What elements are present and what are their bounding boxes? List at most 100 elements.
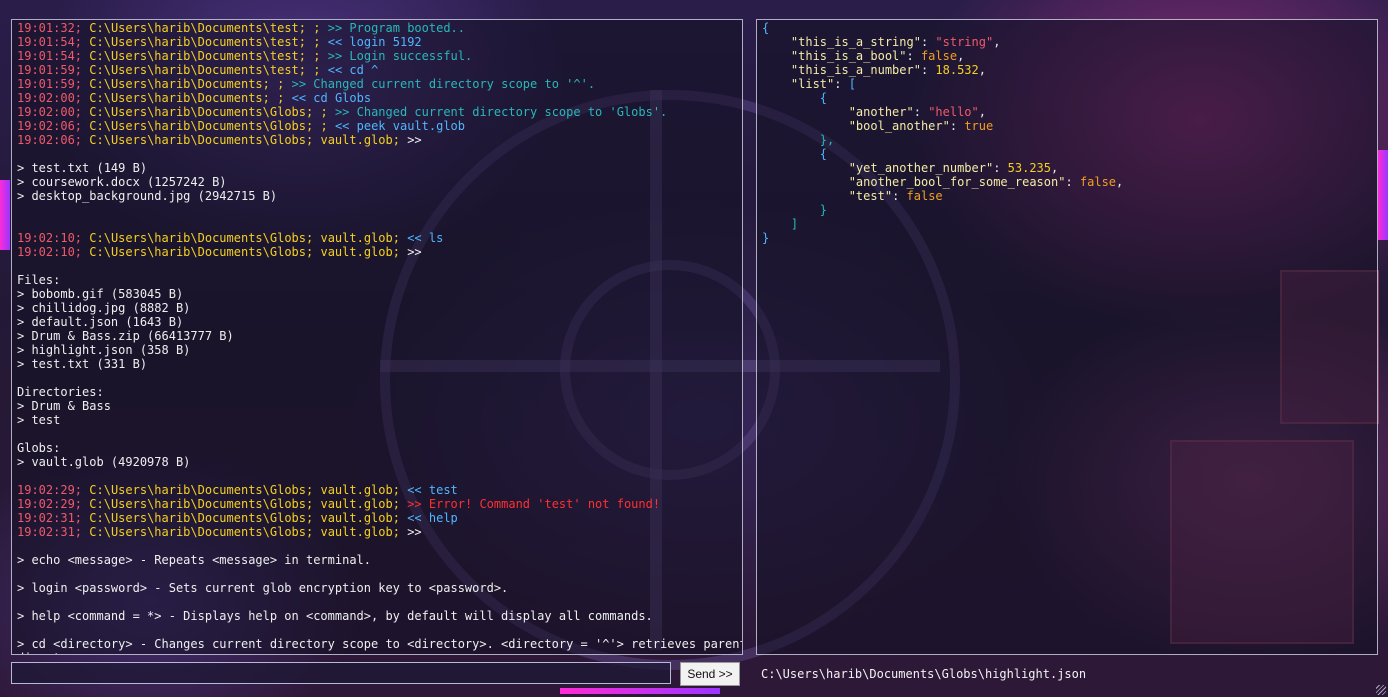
json-token: : xyxy=(906,49,921,63)
json-token: "string" xyxy=(935,35,994,49)
json-token: { xyxy=(819,91,828,105)
output-text: > test.txt (331 B) xyxy=(17,357,148,371)
json-token: 53.235 xyxy=(1007,161,1052,175)
direction-arrow: >> xyxy=(407,133,422,147)
json-token: : xyxy=(920,35,936,49)
json-token: : xyxy=(913,105,929,119)
terminal-line: directory. xyxy=(17,651,738,654)
command-input[interactable] xyxy=(11,662,671,684)
direction-arrow: << xyxy=(291,91,307,105)
json-token: "this_is_a_number" xyxy=(790,63,921,77)
terminal-line: > Drum & Bass xyxy=(17,399,738,413)
glob-name: vault.glob; xyxy=(320,483,400,497)
json-token: : xyxy=(993,161,1008,175)
timestamp: 19:02:29; xyxy=(17,497,83,511)
direction-arrow: >> xyxy=(407,525,422,539)
glob-name: ; xyxy=(277,91,285,105)
terminal-line: 19:02:00; C:\Users\harib\Documents; ; <<… xyxy=(17,91,738,105)
output-text: > vault.glob (4920978 B) xyxy=(17,455,191,469)
direction-arrow: << xyxy=(327,35,343,49)
resize-grip-icon[interactable] xyxy=(1376,685,1386,695)
timestamp: 19:02:29; xyxy=(17,483,83,497)
terminal-line: 19:02:10; C:\Users\harib\Documents\Globs… xyxy=(17,231,738,245)
timestamp: 19:02:06; xyxy=(17,133,83,147)
terminal-output-pane[interactable]: 19:01:32; C:\Users\harib\Documents\test;… xyxy=(11,19,743,655)
message-text: Changed current directory scope to '^'. xyxy=(313,77,596,91)
glob-name: vault.glob; xyxy=(320,133,400,147)
json-line: "this_is_a_string": "string", xyxy=(762,35,1373,49)
timestamp: 19:02:10; xyxy=(17,231,83,245)
terminal-line: > Drum & Bass.zip (66413777 B) xyxy=(17,329,738,343)
output-text: > chillidog.jpg (8882 B) xyxy=(17,301,191,315)
neon-strip-right xyxy=(1378,150,1388,240)
json-token: } xyxy=(819,203,828,217)
output-text: Globs: xyxy=(17,441,61,455)
json-code: { "this_is_a_string": "string", "this_is… xyxy=(762,21,1373,245)
json-line: { xyxy=(762,91,1373,105)
terminal-line: 19:01:59; C:\Users\harib\Documents; ; >>… xyxy=(17,77,738,91)
terminal-line: 19:01:32; C:\Users\harib\Documents\test;… xyxy=(17,21,738,35)
json-token: "bool_another" xyxy=(848,119,950,133)
json-token: , xyxy=(1116,175,1124,189)
json-token: "another" xyxy=(848,105,914,119)
json-line: }, xyxy=(762,133,1373,147)
terminal-line: 19:02:31; C:\Users\harib\Documents\Globs… xyxy=(17,511,738,525)
message-text: Login successful. xyxy=(349,49,473,63)
output-text: > Drum & Bass xyxy=(17,399,111,413)
json-token: [ xyxy=(848,77,856,91)
json-line: "this_is_a_number": 18.532, xyxy=(762,63,1373,77)
terminal-line: 19:01:59; C:\Users\harib\Documents\test;… xyxy=(17,63,738,77)
current-file-path: C:\Users\harib\Documents\Globs\highlight… xyxy=(761,667,1087,681)
message-text: test xyxy=(428,483,458,497)
json-token: "another_bool_for_some_reason" xyxy=(848,175,1066,189)
message-text: Error! Command 'test' not found! xyxy=(428,497,661,511)
json-token: , xyxy=(957,49,965,63)
terminal-line: 19:01:54; C:\Users\harib\Documents\test;… xyxy=(17,35,738,49)
glob-name: ; xyxy=(320,105,328,119)
terminal-line: > vault.glob (4920978 B) xyxy=(17,455,738,469)
glob-name: vault.glob; xyxy=(320,511,400,525)
direction-arrow: << xyxy=(407,231,422,245)
json-line: "another": "hello", xyxy=(762,105,1373,119)
directory-path: C:\Users\harib\Documents\Globs; xyxy=(89,511,314,525)
terminal-line: 19:02:29; C:\Users\harib\Documents\Globs… xyxy=(17,497,738,511)
json-viewer-pane[interactable]: { "this_is_a_string": "string", "this_is… xyxy=(756,19,1378,655)
terminal-line: > highlight.json (358 B) xyxy=(17,343,738,357)
terminal-line: 19:02:06; C:\Users\harib\Documents\Globs… xyxy=(17,133,738,147)
timestamp: 19:01:54; xyxy=(17,35,83,49)
timestamp: 19:01:54; xyxy=(17,49,83,63)
terminal-line: > help <command = *> - Displays help on … xyxy=(17,609,738,623)
message-text: help xyxy=(428,511,458,525)
timestamp: 19:02:00; xyxy=(17,91,83,105)
timestamp: 19:02:31; xyxy=(17,525,83,539)
json-token: true xyxy=(964,119,994,133)
json-line: } xyxy=(762,231,1373,245)
directory-path: C:\Users\harib\Documents\Globs; xyxy=(89,483,314,497)
terminal-line: 19:01:54; C:\Users\harib\Documents\test;… xyxy=(17,49,738,63)
direction-arrow: >> xyxy=(327,21,343,35)
directory-path: C:\Users\harib\Documents\Globs; xyxy=(89,119,314,133)
output-text: > bobomb.gif (583045 B) xyxy=(17,287,184,301)
output-text: > help <command = *> - Displays help on … xyxy=(17,609,653,623)
glob-name: ; xyxy=(313,63,321,77)
send-button[interactable]: Send >> xyxy=(680,662,740,686)
message-text: cd Globs xyxy=(313,91,372,105)
output-text: > desktop_background.jpg (2942715 B) xyxy=(17,189,278,203)
terminal-line: > cd <directory> - Changes current direc… xyxy=(17,637,742,651)
directory-path: C:\Users\harib\Documents\Globs; xyxy=(89,133,314,147)
direction-arrow: >> xyxy=(407,245,422,259)
glob-name: ; xyxy=(313,21,321,35)
